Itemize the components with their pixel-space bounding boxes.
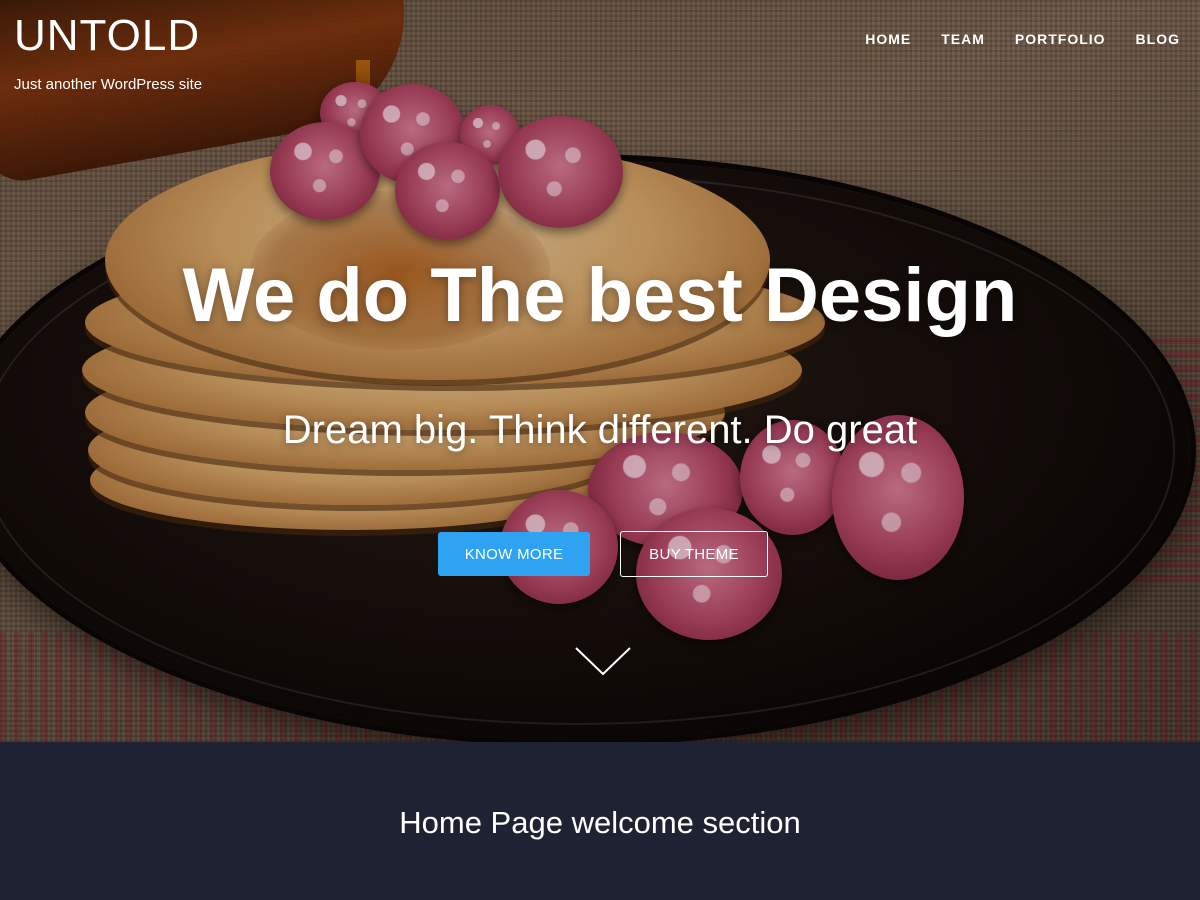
buy-theme-button[interactable]: BUY THEME [620, 531, 768, 577]
welcome-heading: Home Page welcome section [399, 805, 801, 840]
site-tagline: Just another WordPress site [14, 76, 203, 93]
main-navigation: HOME TEAM PORTFOLIO BLOG [865, 30, 1200, 48]
nav-item-blog[interactable]: BLOG [1136, 30, 1180, 48]
know-more-button[interactable]: KNOW MORE [438, 532, 590, 576]
nav-item-home[interactable]: HOME [865, 30, 911, 48]
site-title-link[interactable]: UNTOLD [14, 12, 202, 60]
site-branding: UNTOLD Just another WordPress site [14, 12, 203, 94]
hero-headline: We do The best Design [182, 253, 1018, 338]
welcome-section: Home Page welcome section [0, 742, 1200, 900]
nav-item-team[interactable]: TEAM [941, 30, 985, 48]
chevron-down-icon[interactable] [574, 644, 632, 678]
hero-subheadline: Dream big. Think different. Do great [282, 408, 918, 452]
hero-section: UNTOLD Just another WordPress site HOME … [0, 0, 1200, 742]
nav-item-portfolio[interactable]: PORTFOLIO [1015, 30, 1106, 48]
